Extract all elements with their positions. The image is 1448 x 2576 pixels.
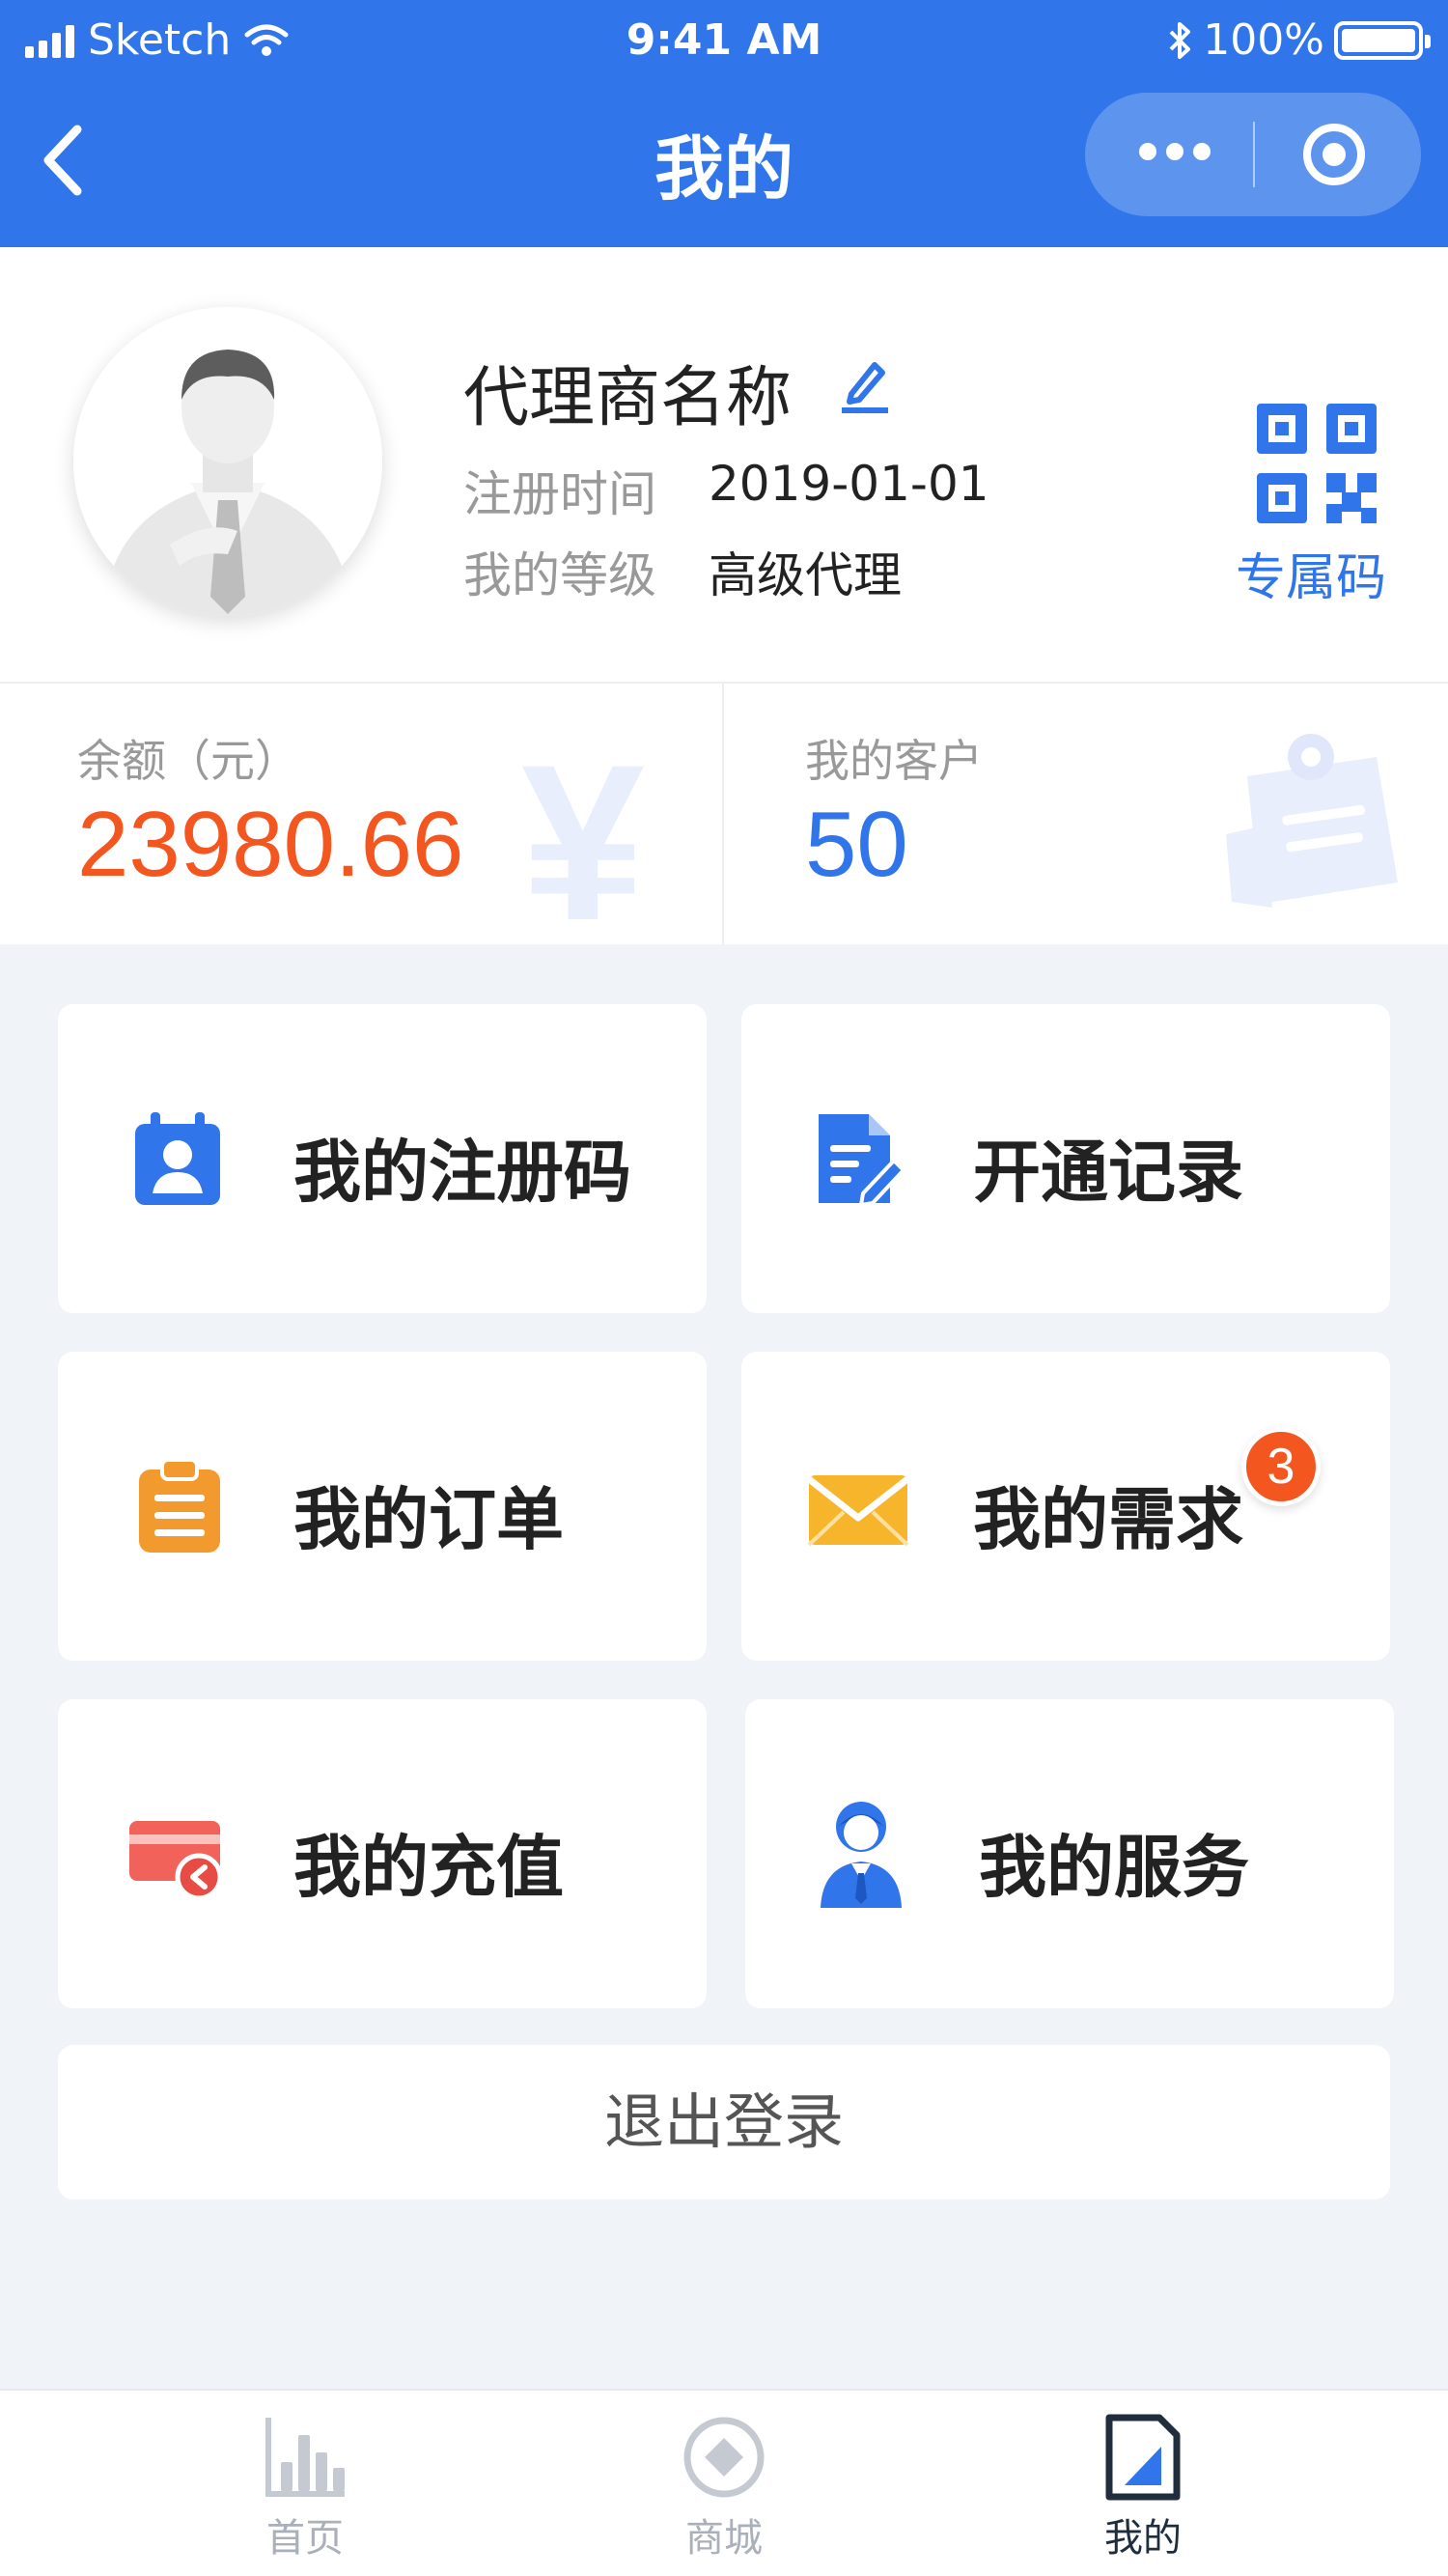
menu-card-requirements[interactable]: 我的需求: [741, 1352, 1390, 1661]
document-edit-icon: [819, 1114, 905, 1207]
menu-card-orders[interactable]: 我的订单: [58, 1352, 707, 1661]
status-right: 100%: [1168, 15, 1431, 65]
balance-label: 余额（元）: [77, 735, 299, 787]
service-person-icon: [821, 1802, 902, 1908]
agent-name: 代理商名称: [463, 360, 793, 436]
close-target-icon[interactable]: [1303, 124, 1365, 185]
menu-label-activation-records: 开通记录: [973, 1133, 1243, 1212]
battery-percent: 100%: [1203, 15, 1324, 65]
more-icon[interactable]: [1139, 143, 1211, 160]
stats-divider: [722, 684, 724, 944]
menu-label-requirements: 我的需求: [973, 1480, 1243, 1559]
menu-card-activation-records[interactable]: 开通记录: [741, 1004, 1390, 1313]
battery-icon: [1334, 20, 1431, 60]
profile-doc-icon: [1105, 2414, 1181, 2501]
level-value: 高级代理: [709, 547, 902, 603]
avatar-person-icon: [73, 307, 382, 616]
menu-label-services: 我的服务: [979, 1828, 1249, 1907]
bluetooth-icon: [1169, 21, 1191, 59]
requirements-badge: 3: [1241, 1427, 1321, 1506]
diamond-circle-icon: [683, 2417, 765, 2498]
level-label: 我的等级: [463, 547, 656, 603]
menu-label-register-code: 我的注册码: [293, 1133, 631, 1212]
yen-watermark-icon: ¥: [521, 718, 645, 966]
menu-card-recharge[interactable]: 我的充值: [58, 1699, 707, 2008]
bar-chart-icon: [265, 2418, 345, 2497]
menu-card-services[interactable]: 我的服务: [745, 1699, 1394, 2008]
customer-watermark-icon: [1226, 734, 1398, 908]
mini-program-capsule: [1085, 93, 1421, 216]
customers-label: 我的客户: [805, 735, 983, 787]
tab-mine-label: 我的: [1104, 2516, 1182, 2561]
menu-label-orders: 我的订单: [293, 1480, 564, 1559]
customers-value[interactable]: 50: [805, 792, 908, 898]
tab-mall[interactable]: 商城: [627, 2414, 821, 2568]
status-bar: Sketch 9:41 AM 100%: [0, 0, 1448, 85]
register-time-value: 2019-01-01: [709, 456, 989, 512]
edit-pencil-icon[interactable]: [838, 353, 892, 415]
envelope-icon: [806, 1475, 910, 1547]
qr-code-label[interactable]: 专属码: [1236, 537, 1386, 609]
menu-card-register-code[interactable]: 我的注册码: [58, 1004, 707, 1313]
qr-code-icon[interactable]: [1257, 404, 1377, 523]
avatar[interactable]: [73, 307, 382, 616]
register-time-label: 注册时间: [463, 466, 656, 522]
clipboard-icon: [139, 1458, 220, 1553]
card-recharge-icon: [129, 1821, 223, 1901]
tab-mall-label: 商城: [685, 2516, 763, 2561]
balance-value[interactable]: 23980.66: [77, 792, 463, 898]
tab-home-label: 首页: [266, 2516, 344, 2561]
logout-button[interactable]: 退出登录: [58, 2045, 1390, 2199]
tab-home[interactable]: 首页: [209, 2414, 402, 2568]
tab-mine[interactable]: 我的: [1046, 2414, 1239, 2568]
contact-card-icon: [135, 1112, 220, 1205]
menu-label-recharge: 我的充值: [293, 1828, 564, 1907]
